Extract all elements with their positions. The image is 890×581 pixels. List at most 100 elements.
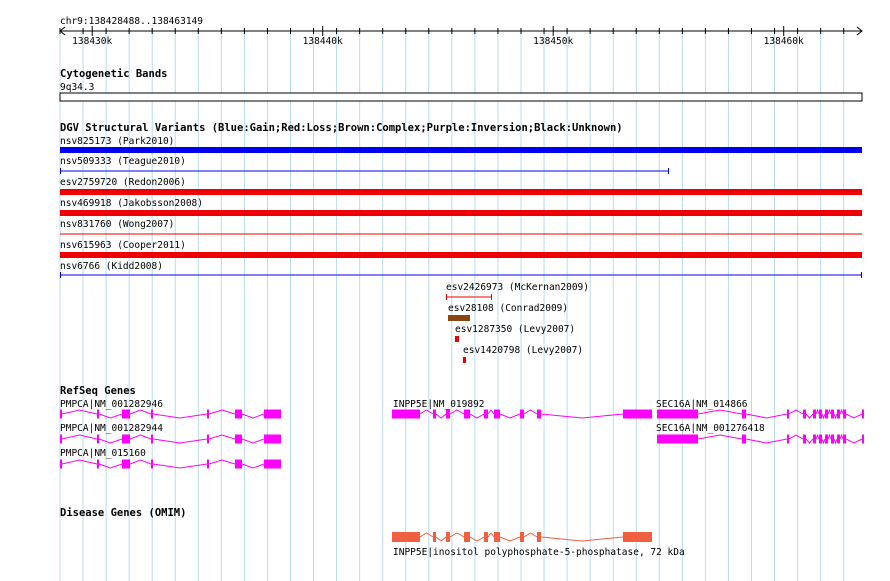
dgv-variant[interactable]: nsv469918 (Jakobsson2008) xyxy=(60,198,862,216)
exon-block[interactable] xyxy=(446,409,450,419)
dgv-variant-label[interactable]: esv2759720 (Redon2006) xyxy=(60,177,186,188)
exon-block[interactable] xyxy=(819,409,822,419)
dgv-variant[interactable]: nsv6766 (Kidd2008) xyxy=(60,261,862,278)
exon-block[interactable] xyxy=(837,434,840,444)
exon-block[interactable] xyxy=(623,409,652,419)
exon-block[interactable] xyxy=(657,434,698,444)
exon-block[interactable] xyxy=(837,409,840,419)
exon-block[interactable] xyxy=(151,459,153,469)
exon-block[interactable] xyxy=(60,409,62,419)
exon-block[interactable] xyxy=(484,532,488,542)
exon-block[interactable] xyxy=(787,434,789,444)
exon-block[interactable] xyxy=(831,434,834,444)
dgv-variant-bar[interactable] xyxy=(60,147,862,153)
exon-block[interactable] xyxy=(843,409,846,419)
exon-block[interactable] xyxy=(97,409,99,419)
exon-block[interactable] xyxy=(537,532,541,542)
dgv-variant[interactable]: esv1420798 (Levy2007) xyxy=(463,345,583,363)
exon-block[interactable] xyxy=(494,532,500,542)
exon-block[interactable] xyxy=(207,459,209,469)
exon-block[interactable] xyxy=(207,434,209,444)
dgv-variant-label[interactable]: esv1287350 (Levy2007) xyxy=(455,324,575,335)
exon-block[interactable] xyxy=(831,409,834,419)
exon-block[interactable] xyxy=(742,434,746,444)
refseq-transcript[interactable]: PMPCA|NM_001282946 xyxy=(60,399,281,419)
exon-block[interactable] xyxy=(520,532,524,542)
exon-block[interactable] xyxy=(264,459,281,469)
refseq-transcript-label[interactable]: INPP5E|NM_019892 xyxy=(393,399,485,410)
exon-block[interactable] xyxy=(97,434,99,444)
refseq-transcript-label[interactable]: PMPCA|NM_001282944 xyxy=(60,423,163,434)
exon-block[interactable] xyxy=(803,409,806,419)
dgv-variant-label[interactable]: nsv509333 (Teague2010) xyxy=(60,156,186,167)
exon-block[interactable] xyxy=(433,409,436,419)
exon-block[interactable] xyxy=(264,434,281,444)
dgv-variant-label[interactable]: nsv831760 (Wong2007) xyxy=(60,219,174,230)
exon-block[interactable] xyxy=(623,532,652,542)
exon-block[interactable] xyxy=(862,434,864,444)
dgv-variant-label[interactable]: nsv469918 (Jakobsson2008) xyxy=(60,198,203,209)
dgv-variant-label[interactable]: nsv6766 (Kidd2008) xyxy=(60,261,163,272)
exon-block[interactable] xyxy=(520,409,524,419)
exon-block[interactable] xyxy=(787,409,789,419)
refseq-transcript-label[interactable]: SEC16A|NM_001276418 xyxy=(656,423,765,434)
exon-block[interactable] xyxy=(392,409,420,419)
refseq-transcript[interactable]: PMPCA|NM_001282944 xyxy=(60,423,281,444)
refseq-transcript[interactable]: SEC16A|NM_001276418 xyxy=(656,423,864,445)
exon-block[interactable] xyxy=(825,434,828,444)
exon-block[interactable] xyxy=(464,409,470,419)
exon-block[interactable] xyxy=(813,409,816,419)
exon-block[interactable] xyxy=(122,434,130,444)
dgv-variant-bar[interactable] xyxy=(448,315,470,321)
exon-block[interactable] xyxy=(484,409,488,419)
exon-block[interactable] xyxy=(60,434,62,444)
dgv-variant[interactable]: esv28108 (Conrad2009) xyxy=(448,303,568,321)
dgv-variant[interactable]: esv1287350 (Levy2007) xyxy=(455,324,575,342)
dgv-variant[interactable]: nsv825173 (Park2010) xyxy=(60,136,862,153)
exon-block[interactable] xyxy=(392,532,420,542)
dgv-variant-bar[interactable] xyxy=(60,189,862,195)
dgv-variant[interactable]: nsv615963 (Cooper2011) xyxy=(60,240,862,258)
exon-block[interactable] xyxy=(537,409,541,419)
dgv-variant[interactable]: nsv509333 (Teague2010) xyxy=(60,156,669,174)
refseq-transcript-label[interactable]: SEC16A|NM_014866 xyxy=(656,399,748,410)
dgv-variant[interactable]: esv2759720 (Redon2006) xyxy=(60,177,862,195)
dgv-variant-label[interactable]: esv28108 (Conrad2009) xyxy=(448,303,568,314)
exon-block[interactable] xyxy=(207,409,209,419)
dgv-variant-bar[interactable] xyxy=(60,252,862,258)
exon-block[interactable] xyxy=(825,409,828,419)
exon-block[interactable] xyxy=(862,409,864,419)
exon-block[interactable] xyxy=(819,434,822,444)
exon-block[interactable] xyxy=(813,434,816,444)
exon-block[interactable] xyxy=(657,409,698,419)
exon-block[interactable] xyxy=(742,409,746,419)
dgv-variant-label[interactable]: esv1420798 (Levy2007) xyxy=(463,345,583,356)
exon-block[interactable] xyxy=(60,459,62,469)
exon-block[interactable] xyxy=(122,409,130,419)
dgv-variant-bar[interactable] xyxy=(463,357,466,363)
exon-block[interactable] xyxy=(122,459,130,469)
exon-block[interactable] xyxy=(151,434,153,444)
exon-block[interactable] xyxy=(235,434,242,444)
refseq-transcript[interactable]: PMPCA|NM_015160 xyxy=(60,448,281,469)
exon-block[interactable] xyxy=(264,409,281,419)
refseq-transcript-label[interactable]: PMPCA|NM_001282946 xyxy=(60,399,163,410)
exon-block[interactable] xyxy=(151,409,153,419)
omim-gene-label[interactable]: INPP5E|inositol polyphosphate-5-phosphat… xyxy=(393,547,685,558)
refseq-transcript-label[interactable]: PMPCA|NM_015160 xyxy=(60,448,146,459)
dgv-variant-label[interactable]: nsv825173 (Park2010) xyxy=(60,136,174,147)
refseq-transcript[interactable]: SEC16A|NM_014866 xyxy=(656,399,864,420)
exon-block[interactable] xyxy=(97,459,99,469)
dgv-variant-bar[interactable] xyxy=(455,336,459,342)
exon-block[interactable] xyxy=(235,409,242,419)
dgv-variant[interactable]: nsv831760 (Wong2007) xyxy=(60,219,862,235)
exon-block[interactable] xyxy=(494,409,500,419)
exon-block[interactable] xyxy=(464,532,470,542)
exon-block[interactable] xyxy=(433,532,436,542)
cytoband-bar[interactable] xyxy=(59,92,863,102)
exon-block[interactable] xyxy=(235,459,242,469)
exon-block[interactable] xyxy=(446,532,450,542)
cytoband-label[interactable]: 9q34.3 xyxy=(60,82,94,93)
exon-block[interactable] xyxy=(843,434,846,444)
dgv-variant-bar[interactable] xyxy=(60,210,862,216)
